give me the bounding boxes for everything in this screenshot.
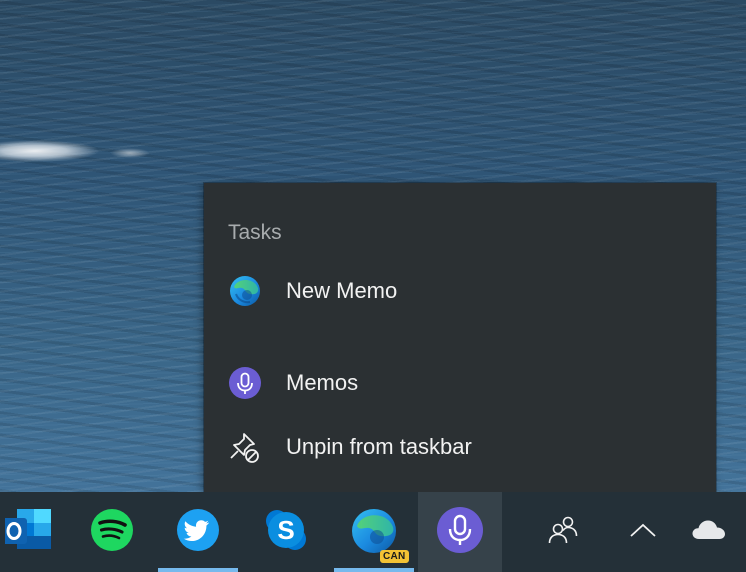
jump-list-item-label: Unpin from taskbar xyxy=(286,434,472,459)
running-indicator xyxy=(334,568,414,572)
edge-icon xyxy=(228,274,262,308)
microphone-icon xyxy=(436,506,484,559)
show-hidden-icons-button[interactable] xyxy=(614,492,672,572)
taskbar-app-edge-canary[interactable]: CAN xyxy=(334,492,414,572)
taskbar-people-button[interactable] xyxy=(530,492,596,572)
svg-text:S: S xyxy=(277,515,294,545)
onedrive-button[interactable] xyxy=(680,492,738,572)
spotify-icon xyxy=(90,508,134,557)
edge-canary-badge: CAN xyxy=(380,550,409,563)
taskbar-app-spotify[interactable] xyxy=(70,492,154,572)
taskbar: S CAN xyxy=(0,492,746,572)
jump-list-item-label: Memos xyxy=(286,370,359,395)
jump-list-item-label: New Memo xyxy=(286,278,398,303)
wave-foam xyxy=(0,140,100,162)
taskbar-app-twitter[interactable] xyxy=(158,492,238,572)
twitter-icon xyxy=(176,508,220,557)
skype-icon: S xyxy=(263,507,309,558)
jump-list-header: Tasks xyxy=(228,221,282,244)
people-icon xyxy=(546,513,580,552)
microphone-icon xyxy=(228,366,262,400)
onedrive-cloud-icon xyxy=(691,518,727,547)
taskbar-app-outlook[interactable] xyxy=(0,492,60,572)
chevron-up-icon xyxy=(629,522,657,543)
running-indicator xyxy=(158,568,238,572)
taskbar-app-memos[interactable] xyxy=(418,492,502,572)
jump-list-item-memos[interactable]: Memos xyxy=(204,357,716,409)
jump-list-menu: Tasks New Memo Memos Unpin from taskbar xyxy=(204,183,716,492)
edge-canary-icon: CAN xyxy=(348,501,409,563)
taskbar-app-skype[interactable]: S xyxy=(244,492,328,572)
unpin-icon xyxy=(228,430,262,464)
outlook-icon xyxy=(1,507,55,558)
jump-list-item-unpin[interactable]: Unpin from taskbar xyxy=(204,421,716,473)
jump-list-item-new-memo[interactable]: New Memo xyxy=(204,265,716,317)
wave-foam xyxy=(110,148,150,158)
